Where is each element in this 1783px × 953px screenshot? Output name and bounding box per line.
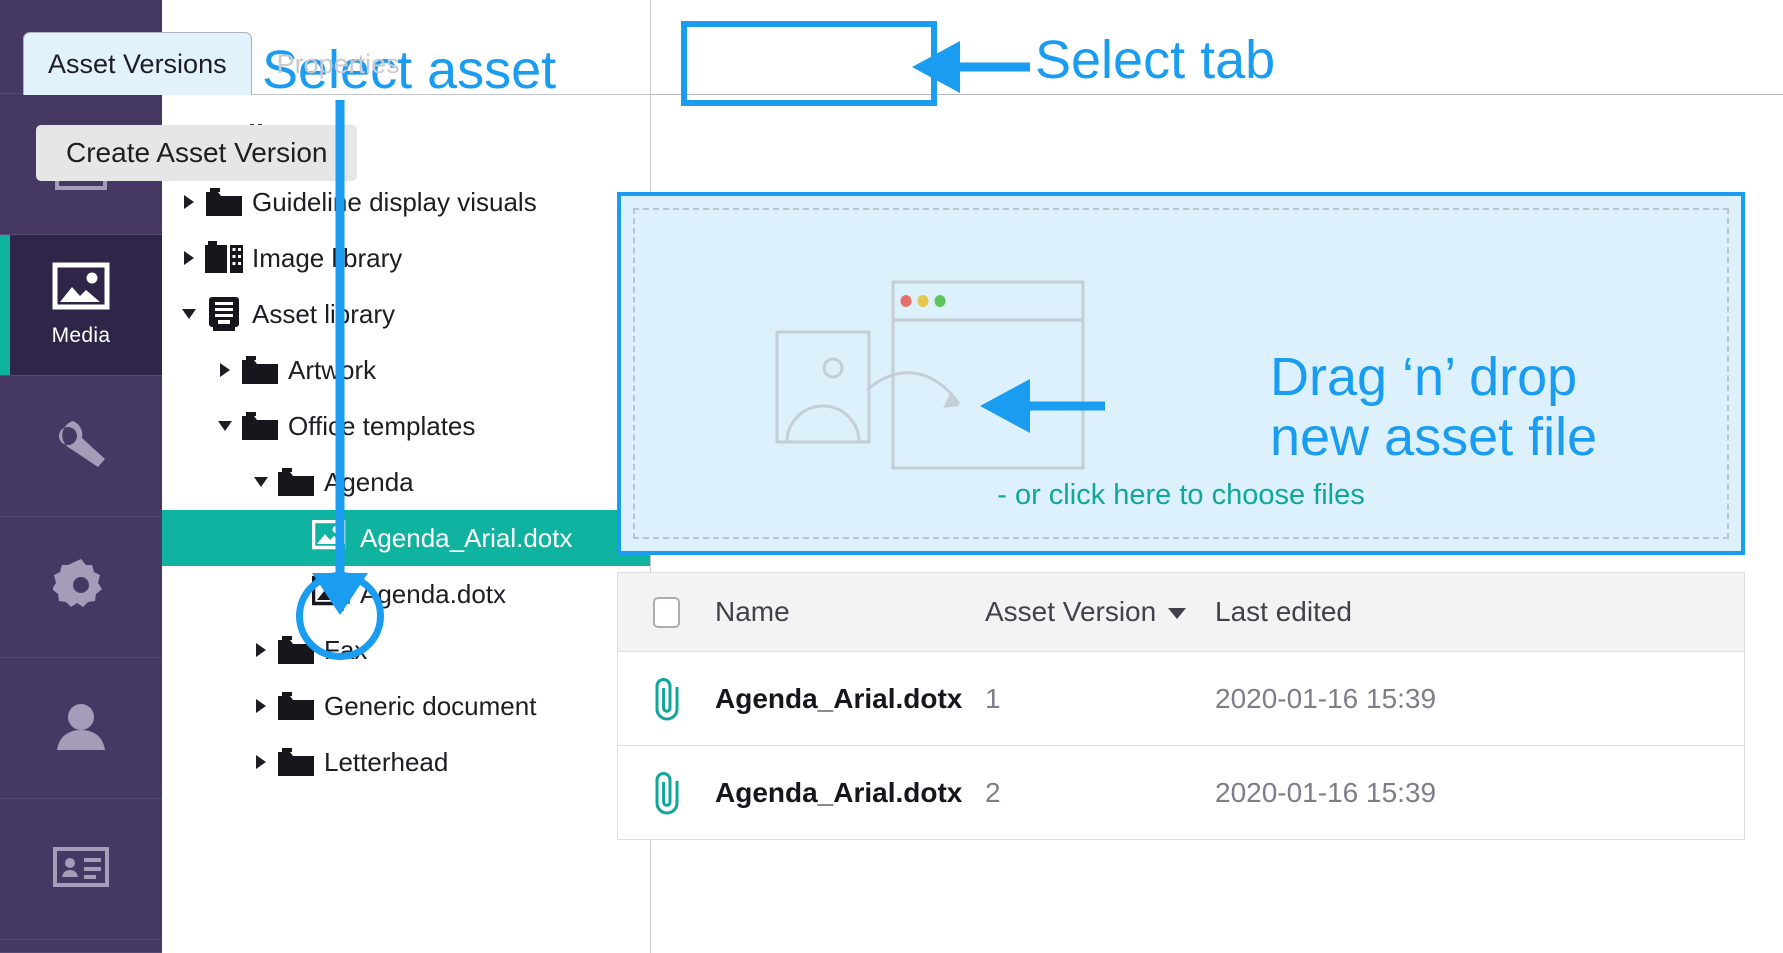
nav-item-tools[interactable] [0,376,162,517]
create-asset-version-button[interactable]: Create Asset Version [36,125,358,181]
chevron-down-icon[interactable] [176,309,202,319]
tab-properties[interactable]: Properties [252,32,425,95]
tab-properties-label: Properties [276,48,400,79]
tree-item[interactable]: Image library [162,230,650,286]
table-header-row: Name Asset Version Last edited [618,573,1744,652]
main-header-divider [651,94,1783,95]
tree-item[interactable]: Fax [162,622,650,678]
folder-icon [202,186,246,218]
user-icon [53,702,109,755]
dropzone-hint-text[interactable]: - or click here to choose files [635,479,1727,512]
media-image-icon [52,262,110,315]
tree-item[interactable]: Guideline display visuals [162,174,650,230]
active-nav-accent [0,235,10,375]
chevron-down-icon[interactable] [212,421,238,431]
tree-item-label: Agenda.dotx [360,578,507,609]
asset-image-icon [310,576,354,612]
rail-bottom-filler [0,940,162,953]
asset-image-icon [310,520,354,556]
nav-item-user[interactable] [0,658,162,799]
tab-bar: Asset Versions Properties [23,30,425,95]
cell-name: Agenda_Arial.dotx [715,682,963,714]
table-row[interactable]: Agenda_Arial.dotx 2 2020-01-16 15:39 [618,746,1744,840]
table-body: Agenda_Arial.dotx 1 2020-01-16 15:39 Agenda… [618,652,1744,840]
tree-item[interactable]: Generic document [162,678,650,734]
tab-asset-versions-label: Asset Versions [48,48,227,79]
table-row[interactable]: Agenda_Arial.dotx 1 2020-01-16 15:39 [618,652,1744,746]
tree-item[interactable]: Agenda_Arial.dotx [162,510,650,566]
select-all-cell[interactable] [618,596,715,628]
nav-item-contacts[interactable] [0,799,162,940]
nav-item-media[interactable]: Media [0,235,162,376]
archive-icon [202,296,246,332]
dropzone-dashed-border: - or click here to choose files [633,208,1729,539]
sort-desc-caret-icon [1168,608,1187,620]
asset-upload-dropzone[interactable]: - or click here to choose files [617,192,1745,555]
cell-last-edited: 2020-01-16 15:39 [1215,776,1437,808]
tree-item-label: Agenda_Arial.dotx [360,522,573,553]
gear-icon [52,557,109,618]
tree-item-label: Artwork [288,354,377,385]
column-header-name[interactable]: Name [715,596,985,628]
tree-item-label: Guideline display visuals [252,186,537,217]
film-icon [202,241,246,275]
tree-item-label: Fax [324,634,368,665]
tree-item-label: Asset library [252,298,396,329]
chevron-right-icon[interactable] [176,251,202,265]
tree-item-label: Image library [252,242,403,273]
chevron-right-icon[interactable] [176,195,202,209]
chevron-right-icon[interactable] [248,643,274,657]
attachment-icon [618,677,715,721]
tree-item[interactable]: Agenda [162,454,650,510]
nav-item-media-label: Media [51,324,111,347]
tree-item[interactable]: Office templates [162,398,650,454]
id-card-icon [52,846,110,893]
wrench-icon [52,417,110,476]
folder-icon [274,466,318,498]
tree-item[interactable]: Artwork [162,342,650,398]
folder-icon [274,746,318,778]
column-header-asset-version[interactable]: Asset Version [985,596,1215,628]
cell-name: Agenda_Arial.dotx [715,776,963,808]
column-header-last-edited[interactable]: Last edited [1215,596,1744,628]
chevron-right-icon[interactable] [212,363,238,377]
tree-item-label: Agenda [324,466,414,497]
folder-icon [274,634,318,666]
chevron-right-icon[interactable] [248,755,274,769]
chevron-right-icon[interactable] [248,699,274,713]
folder-icon [238,410,282,442]
tab-asset-versions[interactable]: Asset Versions [23,32,252,95]
column-header-asset-version-label: Asset Version [985,596,1157,627]
nav-item-settings[interactable] [0,517,162,658]
media-tree: Guideline display visuals Image library As… [162,174,650,790]
cell-last-edited: 2020-01-16 15:39 [1215,682,1437,714]
tree-item[interactable]: Agenda.dotx [162,566,650,622]
asset-versions-table: Name Asset Version Last edited Agenda_Ar… [617,572,1745,840]
folder-icon [274,690,318,722]
tree-item[interactable]: Asset library [162,286,650,342]
cell-asset-version: 1 [985,682,1001,714]
tree-item[interactable]: Letterhead [162,734,650,790]
chevron-down-icon[interactable] [248,477,274,487]
attachment-icon [618,771,715,815]
cell-asset-version: 2 [985,776,1001,808]
tree-item-label: Office templates [288,410,476,441]
drag-drop-illustration-icon [775,270,1135,500]
app-root: Media Media Guideline display [0,0,1783,953]
select-all-checkbox[interactable] [653,596,680,628]
tree-item-label: Letterhead [324,746,449,777]
tree-item-label: Generic document [324,690,537,721]
folder-icon [238,354,282,386]
